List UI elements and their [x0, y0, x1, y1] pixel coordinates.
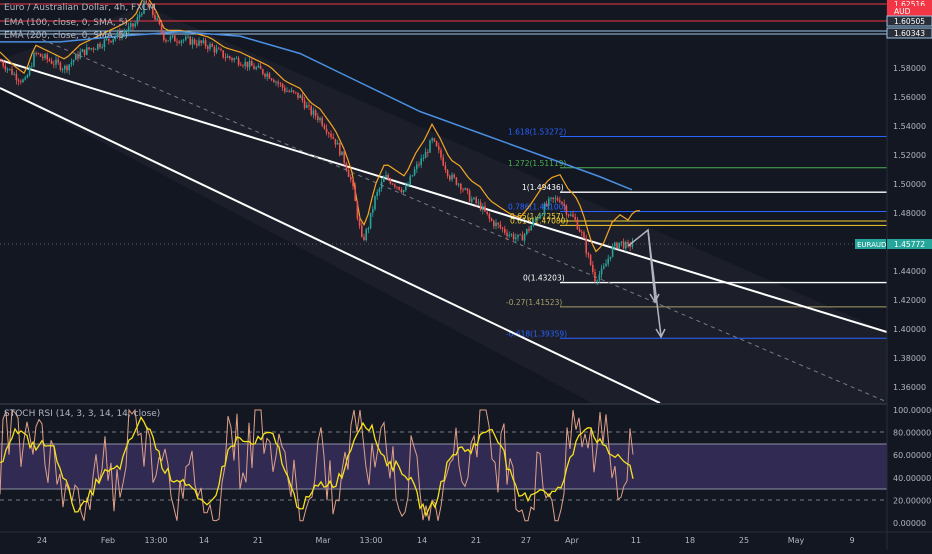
y-tick-label: 1.56000: [893, 93, 926, 102]
current-symbol-tag: EURAUD: [855, 239, 886, 249]
stoch-y-tick-label: 0.00000: [893, 519, 926, 528]
fib-level: 1(1.49436): [522, 183, 887, 193]
candle: [189, 35, 191, 46]
svg-text:1.60505: 1.60505: [894, 17, 925, 26]
chart-stage[interactable]: 1.618(1.53272) 1.272(1.51119) 1(1.49436) 0.…: [0, 0, 932, 550]
x-tick-label: 14: [199, 536, 209, 545]
candle: [28, 65, 31, 77]
svg-text:1.45772: 1.45772: [894, 240, 925, 249]
fib-level: 1.618(1.53272): [508, 128, 887, 138]
y-tick-label: 1.58000: [893, 64, 926, 73]
x-tick-label: 21: [253, 536, 263, 545]
candle: [435, 140, 438, 147]
stoch-y-tick-label: 100.00000: [893, 406, 932, 415]
stoch-y-tick-label: 20.00000: [893, 496, 931, 505]
x-tick-label: May: [788, 536, 805, 545]
x-tick-label: 21: [471, 536, 481, 545]
symbol-legend[interactable]: Euro / Australian Dollar, 4h, FXCM: [4, 3, 156, 13]
candle: [369, 212, 372, 230]
candle: [365, 227, 367, 242]
time-axis[interactable]: 24 Feb 13:00 14 21 Mar 13:00 14 21 27 Apr 11 18 25 May…: [37, 536, 855, 545]
svg-text:AUD: AUD: [894, 7, 911, 16]
ema200-legend[interactable]: EMA (200, close, 0, SMA, 5): [4, 31, 128, 41]
price-badge: 1.60343: [886, 27, 932, 39]
x-tick-label: 27: [521, 536, 531, 545]
candle: [310, 104, 312, 117]
y-tick-label: 1.54000: [893, 122, 926, 131]
candle: [455, 176, 458, 186]
x-tick-label: 11: [631, 536, 641, 545]
candle: [589, 253, 592, 266]
candle: [33, 51, 35, 68]
y-tick-label: 1.52000: [893, 151, 926, 160]
candle: [167, 40, 169, 42]
ema200-label: EMA (200, close, 0, SMA, 5): [4, 31, 128, 41]
stoch-y-tick-label: 40.00000: [893, 474, 931, 483]
x-tick-label: 14: [417, 536, 427, 545]
price-chart[interactable]: 1.618(1.53272) 1.272(1.51119) 1(1.49436) 0.…: [0, 0, 932, 550]
x-tick-label: Feb: [101, 536, 115, 545]
x-tick-label: Mar: [315, 536, 331, 545]
svg-text:EURAUD: EURAUD: [857, 241, 886, 249]
y-tick-label: 1.48000: [893, 209, 926, 218]
x-tick-label: 24: [37, 536, 47, 545]
stoch-y-tick-label: 80.00000: [893, 429, 931, 438]
y-tick-label: 1.50000: [893, 180, 926, 189]
candle: [374, 195, 376, 211]
candle: [616, 241, 618, 250]
stoch-legend[interactable]: STOCH RSI (14, 3, 3, 14, 14, close): [4, 409, 160, 419]
candle: [39, 53, 42, 57]
x-tick-label: 25: [739, 536, 749, 545]
svg-text:0.786(1.48100): 0.786(1.48100): [508, 203, 566, 212]
x-tick-label: 18: [685, 536, 695, 545]
ema100-label: EMA (100, close, 0, SMA, 5): [4, 18, 128, 28]
x-tick-label: Apr: [565, 536, 580, 545]
price-badge: 1.60505: [886, 15, 932, 27]
stoch-band: [0, 444, 887, 489]
x-tick-label: 13:00: [359, 536, 382, 545]
x-tick-label: 9: [849, 536, 854, 545]
stoch-label: STOCH RSI (14, 3, 3, 14, 14, close): [4, 409, 161, 419]
price-badge: AUD: [887, 6, 932, 16]
y-tick-label: 1.42000: [893, 296, 926, 305]
candle: [341, 151, 343, 156]
price-badge: 1.45772: [887, 239, 932, 249]
candle: [429, 139, 431, 153]
stoch-y-tick-label: 60.00000: [893, 451, 931, 460]
y-tick-label: 1.36000: [893, 383, 926, 392]
svg-text:1.618(1.53272): 1.618(1.53272): [508, 128, 566, 137]
candle: [468, 188, 471, 203]
svg-text:-0.27(1.41523): -0.27(1.41523): [506, 298, 562, 307]
ema100-legend[interactable]: EMA (100, close, 0, SMA, 5): [4, 18, 128, 28]
x-tick-label: 13:00: [144, 536, 167, 545]
y-tick-label: 1.40000: [893, 325, 926, 334]
y-tick-label: 1.44000: [893, 267, 926, 276]
symbol-title: Euro / Australian Dollar, 4h, FXCM: [4, 3, 156, 13]
y-tick-label: 1.38000: [893, 354, 926, 363]
svg-text:1.60343: 1.60343: [894, 29, 925, 38]
candle: [356, 199, 359, 221]
svg-text:0(1.43203): 0(1.43203): [523, 274, 565, 283]
candle: [339, 142, 341, 157]
candle: [543, 201, 546, 216]
svg-text:1.272(1.51119): 1.272(1.51119): [508, 159, 566, 168]
